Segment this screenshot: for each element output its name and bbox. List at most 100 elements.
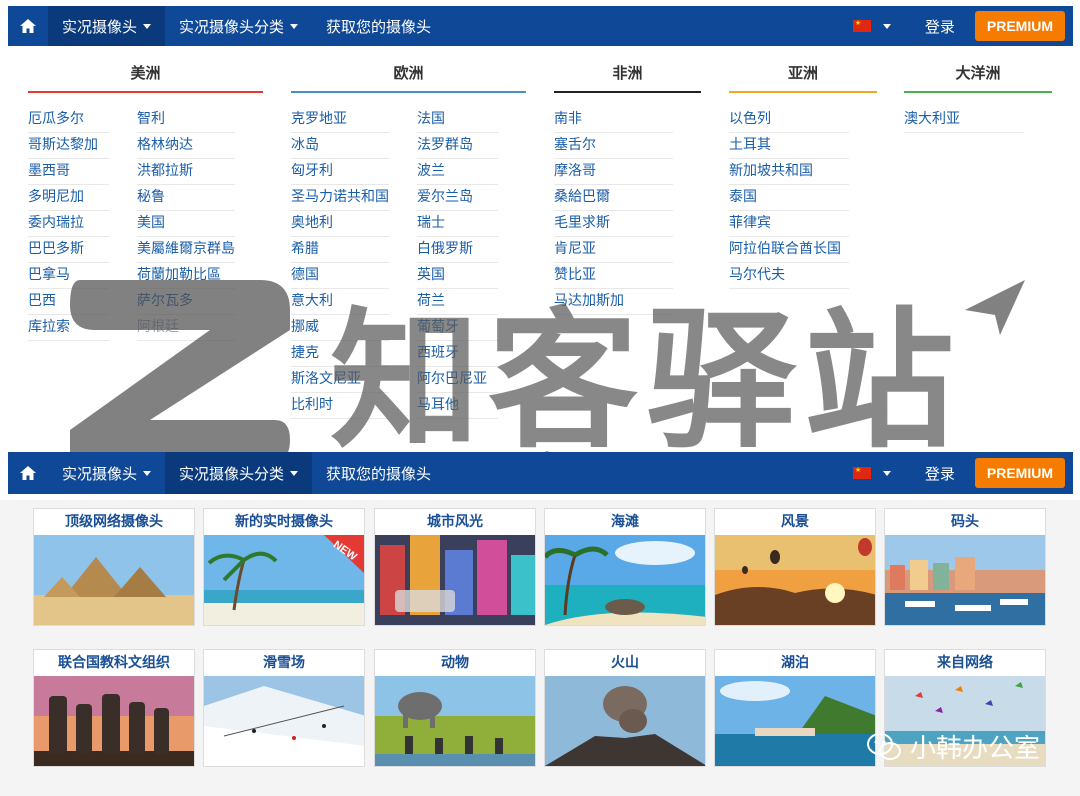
country-link[interactable]: 泰国 xyxy=(729,185,849,211)
nav-live-cams[interactable]: 实况摄像头 xyxy=(48,452,165,494)
region-title[interactable]: 大洋洲 xyxy=(904,62,1052,93)
country-link[interactable]: 南非 xyxy=(554,107,673,133)
country-link[interactable]: 冰岛 xyxy=(291,133,389,159)
country-link[interactable]: 捷克 xyxy=(291,341,389,367)
country-link[interactable]: 多明尼加 xyxy=(28,185,109,211)
category-thumbnail[interactable] xyxy=(34,676,194,766)
country-link[interactable]: 波兰 xyxy=(417,159,498,185)
category-title[interactable]: 火山 xyxy=(545,650,705,676)
category-thumbnail[interactable] xyxy=(375,535,535,625)
category-title[interactable]: 码头 xyxy=(885,509,1045,535)
language-selector[interactable] xyxy=(839,452,905,494)
country-link[interactable]: 马尔代夫 xyxy=(729,263,849,289)
country-link[interactable]: 马达加斯加 xyxy=(554,289,673,315)
category-thumbnail[interactable]: NEW xyxy=(204,535,364,625)
country-link[interactable]: 荷兰 xyxy=(417,289,498,315)
region-title[interactable]: 非洲 xyxy=(554,62,701,93)
premium-button[interactable]: PREMIUM xyxy=(974,458,1065,488)
country-link[interactable]: 美屬維爾京群島 xyxy=(137,237,235,263)
country-link[interactable]: 瑞士 xyxy=(417,211,498,237)
country-link[interactable]: 美国 xyxy=(137,211,235,237)
home-button[interactable] xyxy=(8,452,48,494)
country-link[interactable]: 葡萄牙 xyxy=(417,315,498,341)
category-thumbnail[interactable] xyxy=(545,676,705,766)
country-link[interactable]: 委内瑞拉 xyxy=(28,211,109,237)
nav-categories[interactable]: 实况摄像头分类 xyxy=(165,6,312,46)
country-link[interactable]: 阿拉伯联合酋长国 xyxy=(729,237,849,263)
category-thumbnail[interactable] xyxy=(545,535,705,625)
category-title[interactable]: 海滩 xyxy=(545,509,705,535)
country-link[interactable]: 巴拿马 xyxy=(28,263,109,289)
country-link[interactable]: 西班牙 xyxy=(417,341,498,367)
category-thumbnail[interactable] xyxy=(715,535,875,625)
country-link[interactable]: 哥斯达黎加 xyxy=(28,133,109,159)
country-link[interactable]: 以色列 xyxy=(729,107,849,133)
country-link[interactable]: 塞舌尔 xyxy=(554,133,673,159)
category-thumbnail[interactable] xyxy=(715,676,875,766)
category-title[interactable]: 顶级网络摄像头 xyxy=(34,509,194,535)
category-card[interactable]: 顶级网络摄像头 xyxy=(33,508,195,626)
country-link[interactable]: 毛里求斯 xyxy=(554,211,673,237)
country-link[interactable]: 桑給巴爾 xyxy=(554,185,673,211)
country-link[interactable]: 法国 xyxy=(417,107,498,133)
category-title[interactable]: 风景 xyxy=(715,509,875,535)
country-link[interactable]: 秘鲁 xyxy=(137,185,235,211)
country-link[interactable]: 阿尔巴尼亚 xyxy=(417,367,498,393)
home-button[interactable] xyxy=(8,6,48,46)
country-link[interactable]: 墨西哥 xyxy=(28,159,109,185)
category-card[interactable]: 联合国教科文组织 xyxy=(33,649,195,767)
country-link[interactable]: 荷蘭加勒比區 xyxy=(137,263,235,289)
country-link[interactable]: 圣马力诺共和国 xyxy=(291,185,389,211)
login-link[interactable]: 登录 xyxy=(905,463,975,484)
country-link[interactable]: 克罗地亚 xyxy=(291,107,389,133)
premium-button[interactable]: PREMIUM xyxy=(974,11,1065,41)
country-link[interactable]: 澳大利亚 xyxy=(904,107,1024,133)
category-card[interactable]: 风景 xyxy=(714,508,876,626)
country-link[interactable]: 法罗群岛 xyxy=(417,133,498,159)
country-link[interactable]: 萨尔瓦多 xyxy=(137,289,235,315)
nav-get-camera[interactable]: 获取您的摄像头 xyxy=(312,452,445,494)
country-link[interactable]: 奥地利 xyxy=(291,211,389,237)
language-selector[interactable] xyxy=(839,6,905,46)
country-link[interactable]: 肯尼亚 xyxy=(554,237,673,263)
nav-live-cams[interactable]: 实况摄像头 xyxy=(48,6,166,46)
country-link[interactable]: 巴西 xyxy=(28,289,109,315)
category-title[interactable]: 城市风光 xyxy=(375,509,535,535)
country-link[interactable]: 德国 xyxy=(291,263,389,289)
nav-get-camera[interactable]: 获取您的摄像头 xyxy=(312,6,445,46)
country-link[interactable]: 意大利 xyxy=(291,289,389,315)
category-title[interactable]: 动物 xyxy=(375,650,535,676)
category-title[interactable]: 新的实时摄像头 xyxy=(204,509,364,535)
category-card[interactable]: 火山 xyxy=(544,649,706,767)
country-link[interactable]: 匈牙利 xyxy=(291,159,389,185)
category-title[interactable]: 湖泊 xyxy=(715,650,875,676)
country-link[interactable]: 新加坡共和国 xyxy=(729,159,849,185)
category-title[interactable]: 联合国教科文组织 xyxy=(34,650,194,676)
category-thumbnail[interactable] xyxy=(885,535,1045,625)
category-card[interactable]: 城市风光 xyxy=(374,508,536,626)
country-link[interactable]: 菲律宾 xyxy=(729,211,849,237)
category-card[interactable]: 湖泊 xyxy=(714,649,876,767)
country-link[interactable]: 智利 xyxy=(137,107,235,133)
category-thumbnail[interactable] xyxy=(204,676,364,766)
region-title[interactable]: 欧洲 xyxy=(291,62,526,93)
category-thumbnail[interactable] xyxy=(34,535,194,625)
category-card[interactable]: 海滩 xyxy=(544,508,706,626)
region-title[interactable]: 亚洲 xyxy=(729,62,877,93)
category-card[interactable]: 动物 xyxy=(374,649,536,767)
category-card[interactable]: 滑雪场 xyxy=(203,649,365,767)
country-link[interactable]: 白俄罗斯 xyxy=(417,237,498,263)
region-title[interactable]: 美洲 xyxy=(28,62,263,93)
country-link[interactable]: 土耳其 xyxy=(729,133,849,159)
login-link[interactable]: 登录 xyxy=(905,16,975,37)
country-link[interactable]: 爱尔兰岛 xyxy=(417,185,498,211)
category-card[interactable]: 码头 xyxy=(884,508,1046,626)
category-card[interactable]: 新的实时摄像头 NEW xyxy=(203,508,365,626)
country-link[interactable]: 格林纳达 xyxy=(137,133,235,159)
country-link[interactable]: 希腊 xyxy=(291,237,389,263)
nav-categories[interactable]: 实况摄像头分类 xyxy=(165,452,313,494)
country-link[interactable]: 阿根廷 xyxy=(137,315,235,341)
country-link[interactable]: 挪威 xyxy=(291,315,389,341)
country-link[interactable]: 洪都拉斯 xyxy=(137,159,235,185)
country-link[interactable]: 比利时 xyxy=(291,393,389,419)
